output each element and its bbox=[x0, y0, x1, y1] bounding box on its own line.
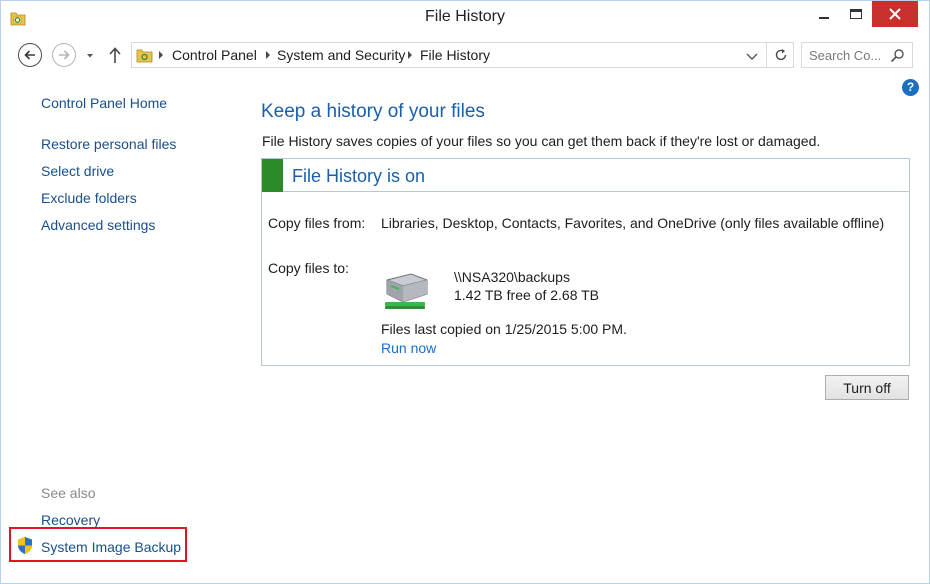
refresh-button[interactable] bbox=[766, 43, 794, 67]
control-panel-icon bbox=[136, 49, 153, 63]
advanced-settings-link[interactable]: Advanced settings bbox=[41, 217, 155, 233]
network-drive-icon bbox=[385, 273, 428, 309]
navigation-bar: Control Panel System and Security File H… bbox=[1, 37, 929, 73]
close-icon bbox=[889, 8, 901, 20]
page-title: Keep a history of your files bbox=[261, 101, 485, 122]
title-bar: File History bbox=[1, 1, 929, 37]
drive-name: \\NSA320\backups bbox=[454, 269, 570, 285]
copy-from-label: Copy files from: bbox=[268, 215, 366, 231]
help-icon[interactable]: ? bbox=[902, 79, 919, 96]
file-history-status-panel: File History is on Copy files from: Libr… bbox=[261, 158, 910, 366]
refresh-icon bbox=[775, 49, 786, 61]
exclude-folders-link[interactable]: Exclude folders bbox=[41, 190, 137, 206]
search-input[interactable]: Search Co... bbox=[801, 42, 913, 68]
breadcrumb-separator-icon bbox=[266, 51, 270, 59]
system-image-backup-link[interactable]: System Image Backup bbox=[41, 539, 181, 555]
back-arrow-icon bbox=[24, 50, 35, 60]
breadcrumb-control-panel[interactable]: Control Panel bbox=[172, 47, 257, 63]
status-indicator bbox=[262, 159, 283, 192]
breadcrumb-system-and-security[interactable]: System and Security bbox=[277, 47, 405, 63]
maximize-icon bbox=[850, 9, 862, 19]
last-copied-text: Files last copied on 1/25/2015 5:00 PM. bbox=[381, 321, 627, 337]
select-drive-link[interactable]: Select drive bbox=[41, 163, 114, 179]
close-button[interactable] bbox=[872, 1, 918, 27]
copy-from-value: Libraries, Desktop, Contacts, Favorites,… bbox=[381, 215, 885, 231]
chevron-down-icon[interactable] bbox=[86, 52, 94, 60]
recovery-link[interactable]: Recovery bbox=[41, 512, 100, 528]
window-title: File History bbox=[424, 8, 505, 25]
see-also-label: See also bbox=[41, 485, 96, 501]
control-panel-home-link[interactable]: Control Panel Home bbox=[41, 95, 167, 111]
restore-personal-files-link[interactable]: Restore personal files bbox=[41, 136, 176, 152]
search-icon[interactable] bbox=[890, 48, 905, 63]
uac-shield-icon bbox=[18, 537, 32, 554]
forward-button[interactable] bbox=[52, 43, 76, 67]
maximize-button[interactable] bbox=[842, 1, 870, 27]
minimize-button[interactable] bbox=[806, 1, 842, 27]
run-now-link[interactable]: Run now bbox=[381, 340, 436, 356]
address-dropdown-icon[interactable] bbox=[746, 51, 758, 61]
search-placeholder: Search Co... bbox=[809, 48, 882, 63]
drive-free-space: 1.42 TB free of 2.68 TB bbox=[454, 287, 600, 303]
page-description: File History saves copies of your files … bbox=[262, 133, 821, 149]
status-header: File History is on bbox=[262, 159, 909, 192]
breadcrumb-separator-icon bbox=[159, 51, 163, 59]
turn-off-button[interactable]: Turn off bbox=[825, 375, 909, 400]
breadcrumb-file-history[interactable]: File History bbox=[420, 47, 490, 63]
status-text: File History is on bbox=[292, 166, 426, 186]
breadcrumb-separator-icon bbox=[408, 51, 412, 59]
address-bar[interactable]: Control Panel System and Security File H… bbox=[131, 42, 794, 68]
back-button[interactable] bbox=[18, 43, 42, 67]
file-history-window: File History Control Panel System and Se… bbox=[0, 0, 930, 584]
copy-to-label: Copy files to: bbox=[268, 260, 349, 276]
forward-arrow-icon bbox=[59, 50, 70, 60]
up-arrow-icon[interactable] bbox=[107, 46, 123, 64]
minimize-icon bbox=[819, 17, 829, 19]
